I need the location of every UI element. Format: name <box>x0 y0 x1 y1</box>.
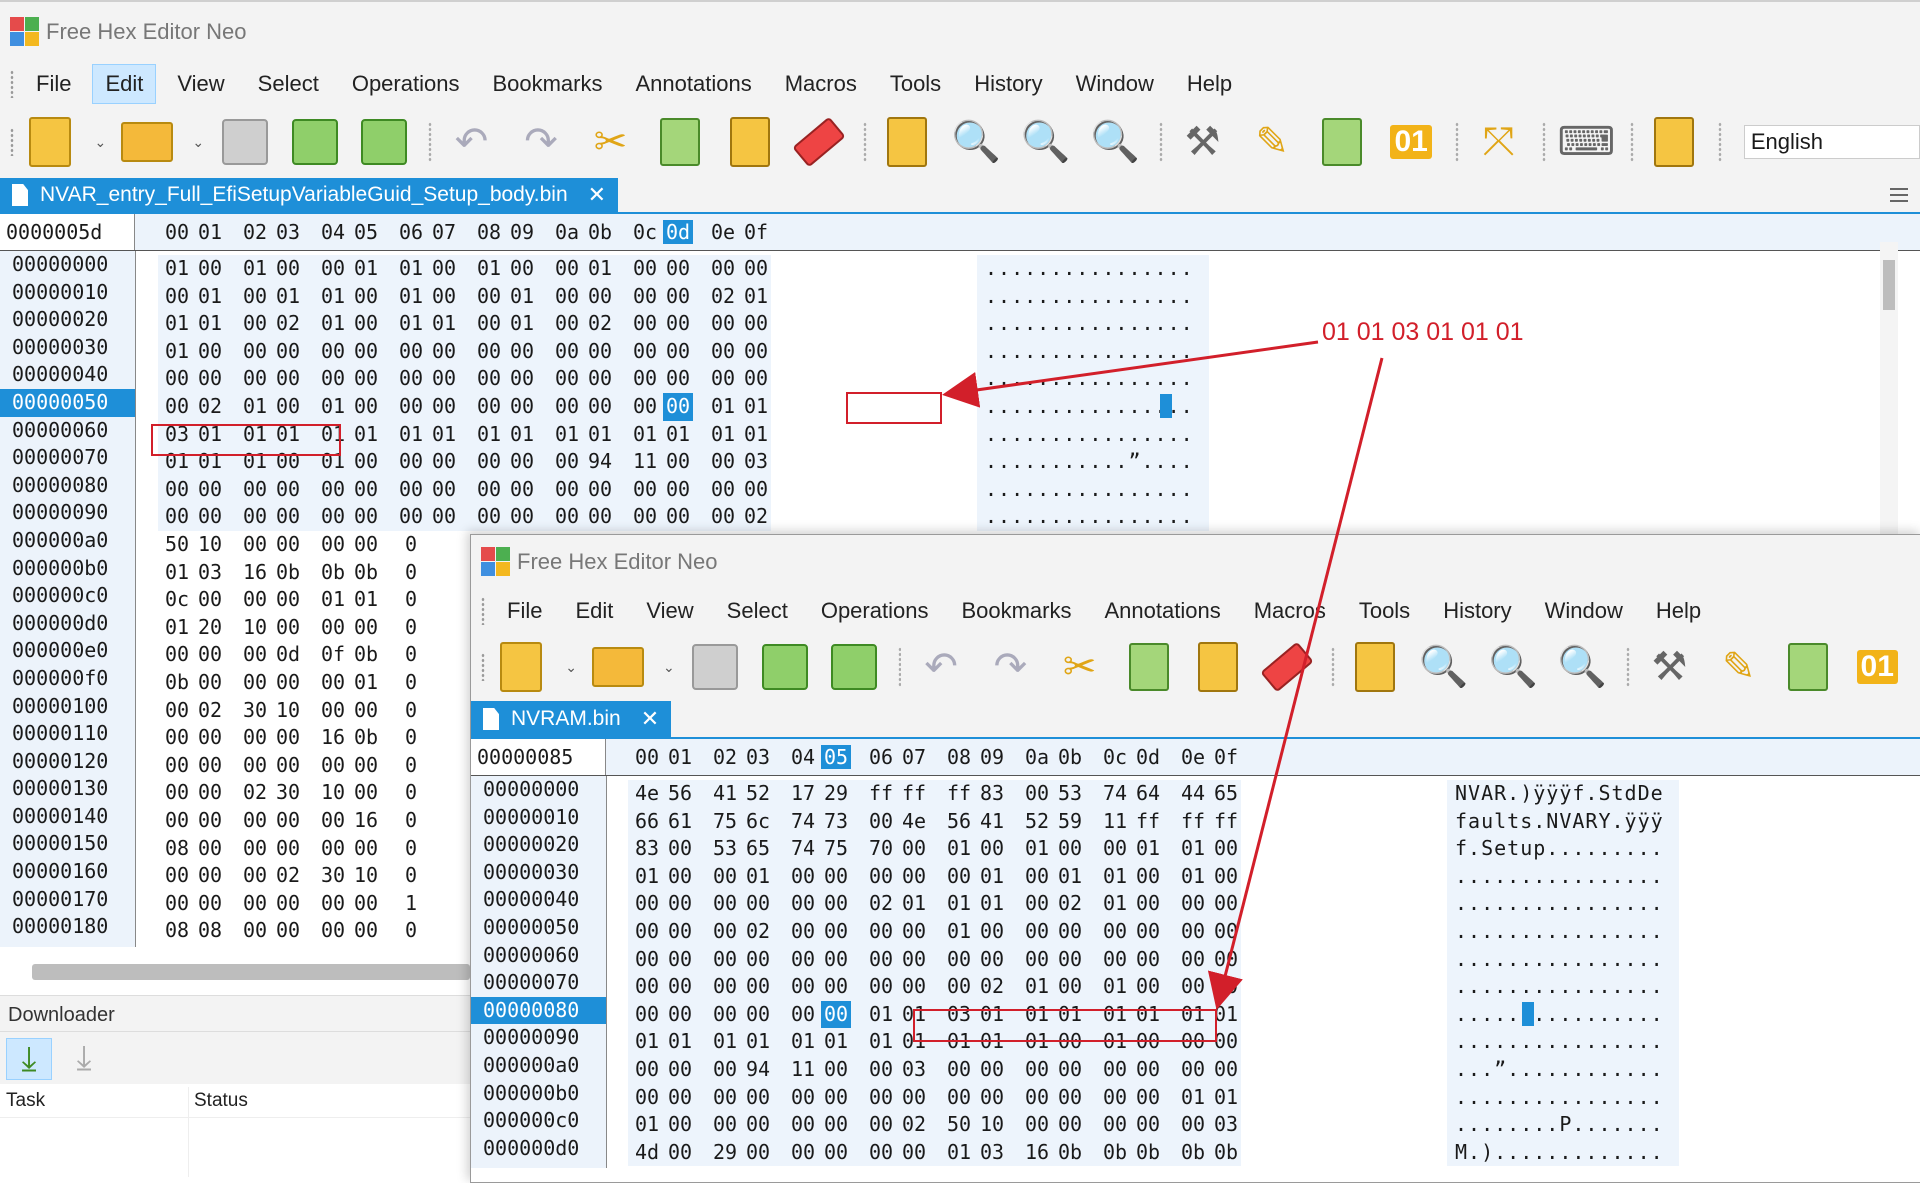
annotation-arrow-to-top <box>942 340 1319 408</box>
annotation-arrow-to-bottom <box>1207 357 1384 1010</box>
annotation-arrows <box>942 340 1384 1010</box>
